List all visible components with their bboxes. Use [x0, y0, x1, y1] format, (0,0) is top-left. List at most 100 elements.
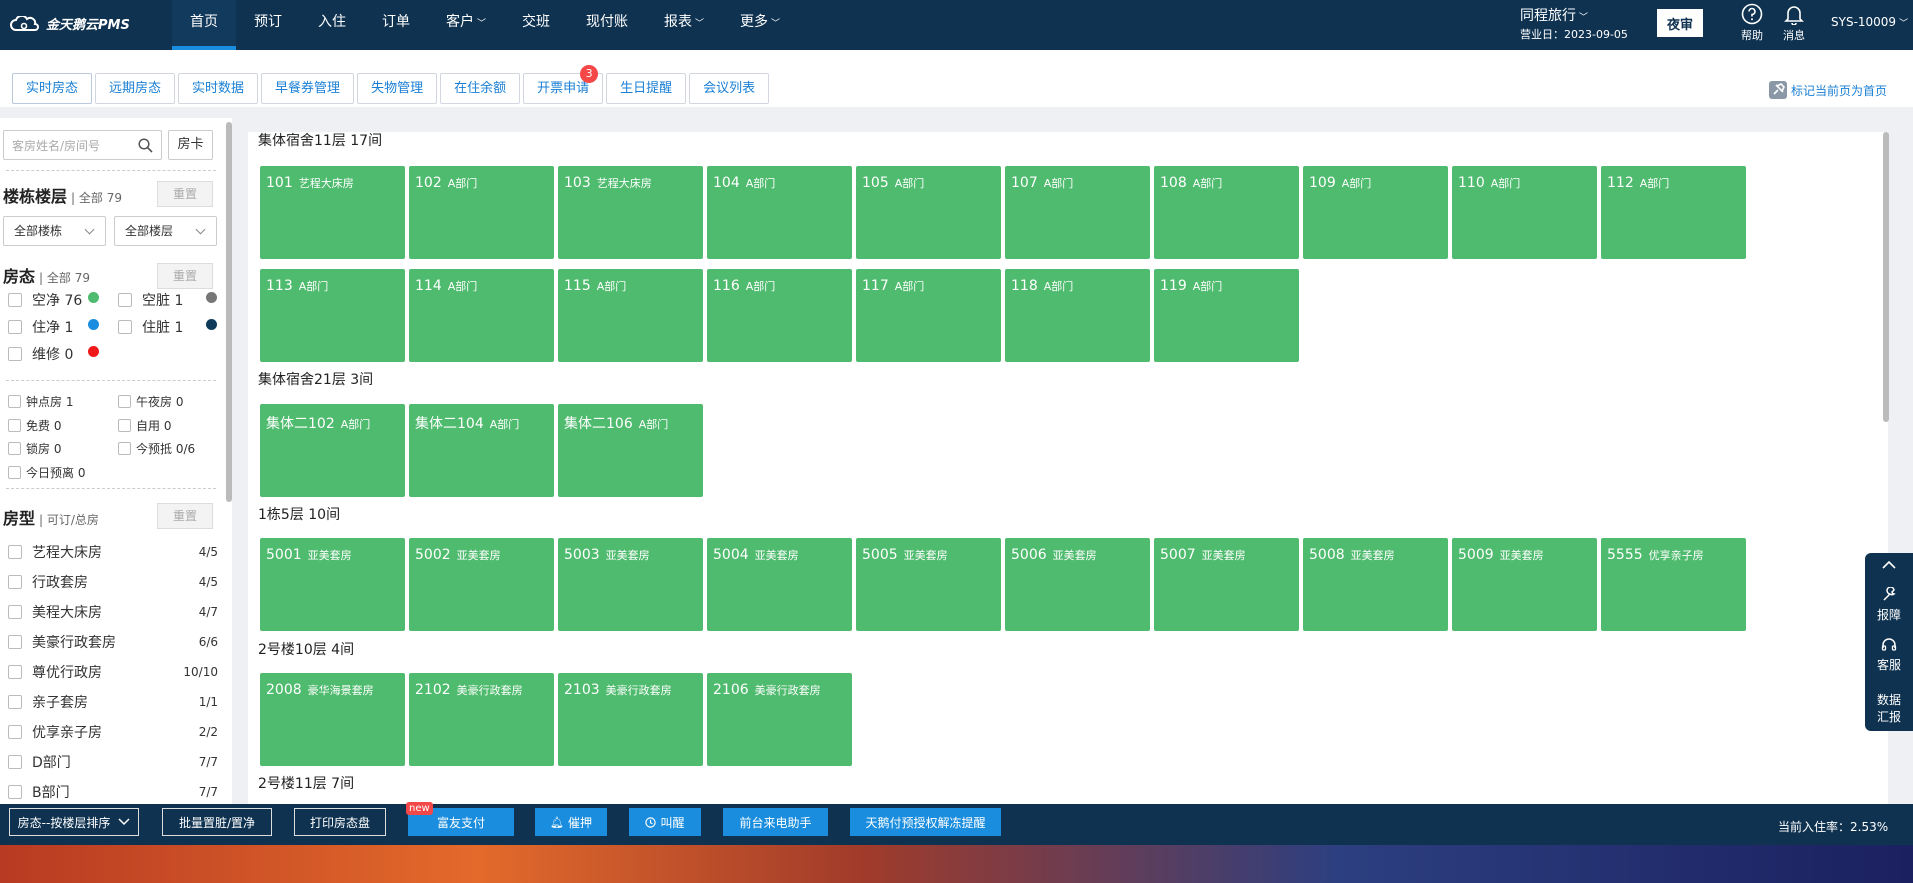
tab-3[interactable]: 早餐券管理: [261, 73, 355, 104]
room-card-button[interactable]: 房卡: [168, 130, 213, 160]
room-card[interactable]: 109 A部门: [1303, 166, 1448, 259]
wake-up-call-button[interactable]: 叫醒: [629, 808, 701, 836]
room-card[interactable]: 5004 亚美套房: [707, 538, 852, 631]
report-issue-button[interactable]: 报障: [1865, 586, 1913, 623]
data-report-button[interactable]: 数据 汇报: [1865, 691, 1913, 725]
room-card[interactable]: 112 A部门: [1601, 166, 1746, 259]
room-type-filter-6[interactable]: 优享亲子房 2/2: [8, 722, 218, 742]
tab-5[interactable]: 在住余额: [440, 73, 521, 104]
floor-select[interactable]: 全部楼层: [114, 216, 217, 246]
print-room-board-button[interactable]: 打印房态盘: [294, 808, 386, 836]
checkbox[interactable]: [118, 320, 132, 334]
checkbox[interactable]: [8, 695, 22, 709]
checkbox[interactable]: [8, 320, 22, 334]
room-card[interactable]: 2103 美豪行政套房: [558, 673, 703, 766]
status-filter-1[interactable]: 空脏 1: [118, 290, 183, 310]
status-filter-4[interactable]: 维修 0: [8, 344, 73, 364]
checkbox[interactable]: [8, 605, 22, 619]
batch-dirty-clean-button[interactable]: 批量置脏/置净: [162, 808, 272, 836]
room-card[interactable]: 115 A部门: [558, 269, 703, 362]
room-card[interactable]: 116 A部门: [707, 269, 852, 362]
nav-item-1[interactable]: 预订: [236, 0, 300, 50]
tab-8[interactable]: 会议列表: [689, 73, 770, 104]
room-type-filter-4[interactable]: 尊优行政房 10/10: [8, 662, 218, 682]
nav-item-8[interactable]: 更多 ﹀: [722, 0, 798, 50]
nav-item-6[interactable]: 现付账: [568, 0, 646, 50]
checkbox[interactable]: [8, 419, 21, 432]
checkbox[interactable]: [8, 785, 22, 799]
sort-mode-dropdown[interactable]: 房态--按楼层排序: [9, 808, 139, 836]
checkbox[interactable]: [118, 395, 131, 408]
room-card[interactable]: 114 A部门: [409, 269, 554, 362]
app-logo[interactable]: 金天鹅云PMS: [10, 14, 130, 33]
checkbox[interactable]: [8, 293, 22, 307]
sidebar-scrollbar[interactable]: [226, 122, 232, 502]
room-card[interactable]: 集体二106 A部门: [558, 404, 703, 497]
nav-item-7[interactable]: 报表 ﹀: [646, 0, 722, 50]
status-reset-button[interactable]: 重置: [157, 263, 213, 289]
checkbox[interactable]: [8, 545, 22, 559]
room-type-filter-7[interactable]: D部门 7/7: [8, 752, 218, 772]
room-card[interactable]: 5005 亚美套房: [856, 538, 1001, 631]
nav-item-2[interactable]: 入住: [300, 0, 364, 50]
room-type-filter-8[interactable]: B部门 7/7: [8, 782, 218, 802]
help-button[interactable]: 帮助: [1735, 3, 1769, 43]
nav-item-4[interactable]: 客户 ﹀: [428, 0, 504, 50]
preauth-unfreeze-button[interactable]: 天鹅付预授权解冻提醒: [850, 808, 1001, 836]
room-card[interactable]: 集体二102 A部门: [260, 404, 405, 497]
agency-selector[interactable]: 同程旅行 ﹀: [1520, 5, 1588, 25]
room-type-filter-5[interactable]: 亲子套房 1/1: [8, 692, 218, 712]
board-scrollbar[interactable]: [1883, 132, 1889, 422]
search-icon[interactable]: [138, 137, 153, 153]
checkbox[interactable]: [8, 635, 22, 649]
call-assistant-button[interactable]: 前台来电助手: [723, 808, 828, 836]
checkbox[interactable]: [118, 419, 131, 432]
checkbox[interactable]: [8, 442, 21, 455]
room-card[interactable]: 119 A部门: [1154, 269, 1299, 362]
room-type-filter-1[interactable]: 行政套房 4/5: [8, 572, 218, 592]
tab-4[interactable]: 失物管理: [357, 73, 438, 104]
scroll-top-button[interactable]: [1865, 559, 1913, 573]
building-reset-button[interactable]: 重置: [157, 181, 213, 207]
tab-1[interactable]: 远期房态: [95, 73, 176, 104]
building-select[interactable]: 全部楼栋: [3, 216, 106, 246]
room-card[interactable]: 集体二104 A部门: [409, 404, 554, 497]
room-card[interactable]: 5001 亚美套房: [260, 538, 405, 631]
checkbox[interactable]: [8, 347, 22, 361]
flag-filter-0[interactable]: 钟点房 1: [8, 393, 73, 410]
room-card[interactable]: 108 A部门: [1154, 166, 1299, 259]
messages-button[interactable]: 消息: [1777, 3, 1811, 43]
checkbox[interactable]: [8, 755, 22, 769]
flag-filter-5[interactable]: 今预抵 0/6: [118, 440, 195, 457]
flag-filter-2[interactable]: 免费 0: [8, 417, 61, 434]
flag-filter-3[interactable]: 自用 0: [118, 417, 171, 434]
room-card[interactable]: 107 A部门: [1005, 166, 1150, 259]
tab-6[interactable]: 开票申请 3: [523, 65, 604, 104]
nav-item-3[interactable]: 订单: [364, 0, 428, 50]
mark-as-home-link[interactable]: 标记当前页为首页: [1768, 80, 1887, 100]
room-card[interactable]: 2102 美豪行政套房: [409, 673, 554, 766]
room-card[interactable]: 118 A部门: [1005, 269, 1150, 362]
room-card[interactable]: 113 A部门: [260, 269, 405, 362]
room-type-filter-0[interactable]: 艺程大床房 4/5: [8, 542, 218, 562]
room-card[interactable]: 5006 亚美套房: [1005, 538, 1150, 631]
fuyou-pay-button[interactable]: new 富友支付: [406, 802, 514, 836]
checkbox[interactable]: [118, 442, 131, 455]
room-type-reset-button[interactable]: 重置: [157, 503, 213, 529]
room-card[interactable]: 103 艺程大床房: [558, 166, 703, 259]
room-card[interactable]: 105 A部门: [856, 166, 1001, 259]
flag-filter-6[interactable]: 今日预离 0: [8, 464, 85, 481]
urge-deposit-button[interactable]: 🔔︎ 催押: [535, 808, 607, 836]
room-card[interactable]: 5009 亚美套房: [1452, 538, 1597, 631]
user-menu[interactable]: SYS-10009 ﹀: [1831, 15, 1908, 29]
room-card[interactable]: 2106 美豪行政套房: [707, 673, 852, 766]
tab-0[interactable]: 实时房态: [12, 73, 93, 104]
tab-2[interactable]: 实时数据: [178, 73, 259, 104]
room-card[interactable]: 5555 优享亲子房: [1601, 538, 1746, 631]
room-card[interactable]: 2008 豪华海景套房: [260, 673, 405, 766]
room-card[interactable]: 102 A部门: [409, 166, 554, 259]
room-card[interactable]: 5007 亚美套房: [1154, 538, 1299, 631]
room-card[interactable]: 117 A部门: [856, 269, 1001, 362]
status-filter-2[interactable]: 住净 1: [8, 317, 73, 337]
flag-filter-4[interactable]: 锁房 0: [8, 440, 61, 457]
